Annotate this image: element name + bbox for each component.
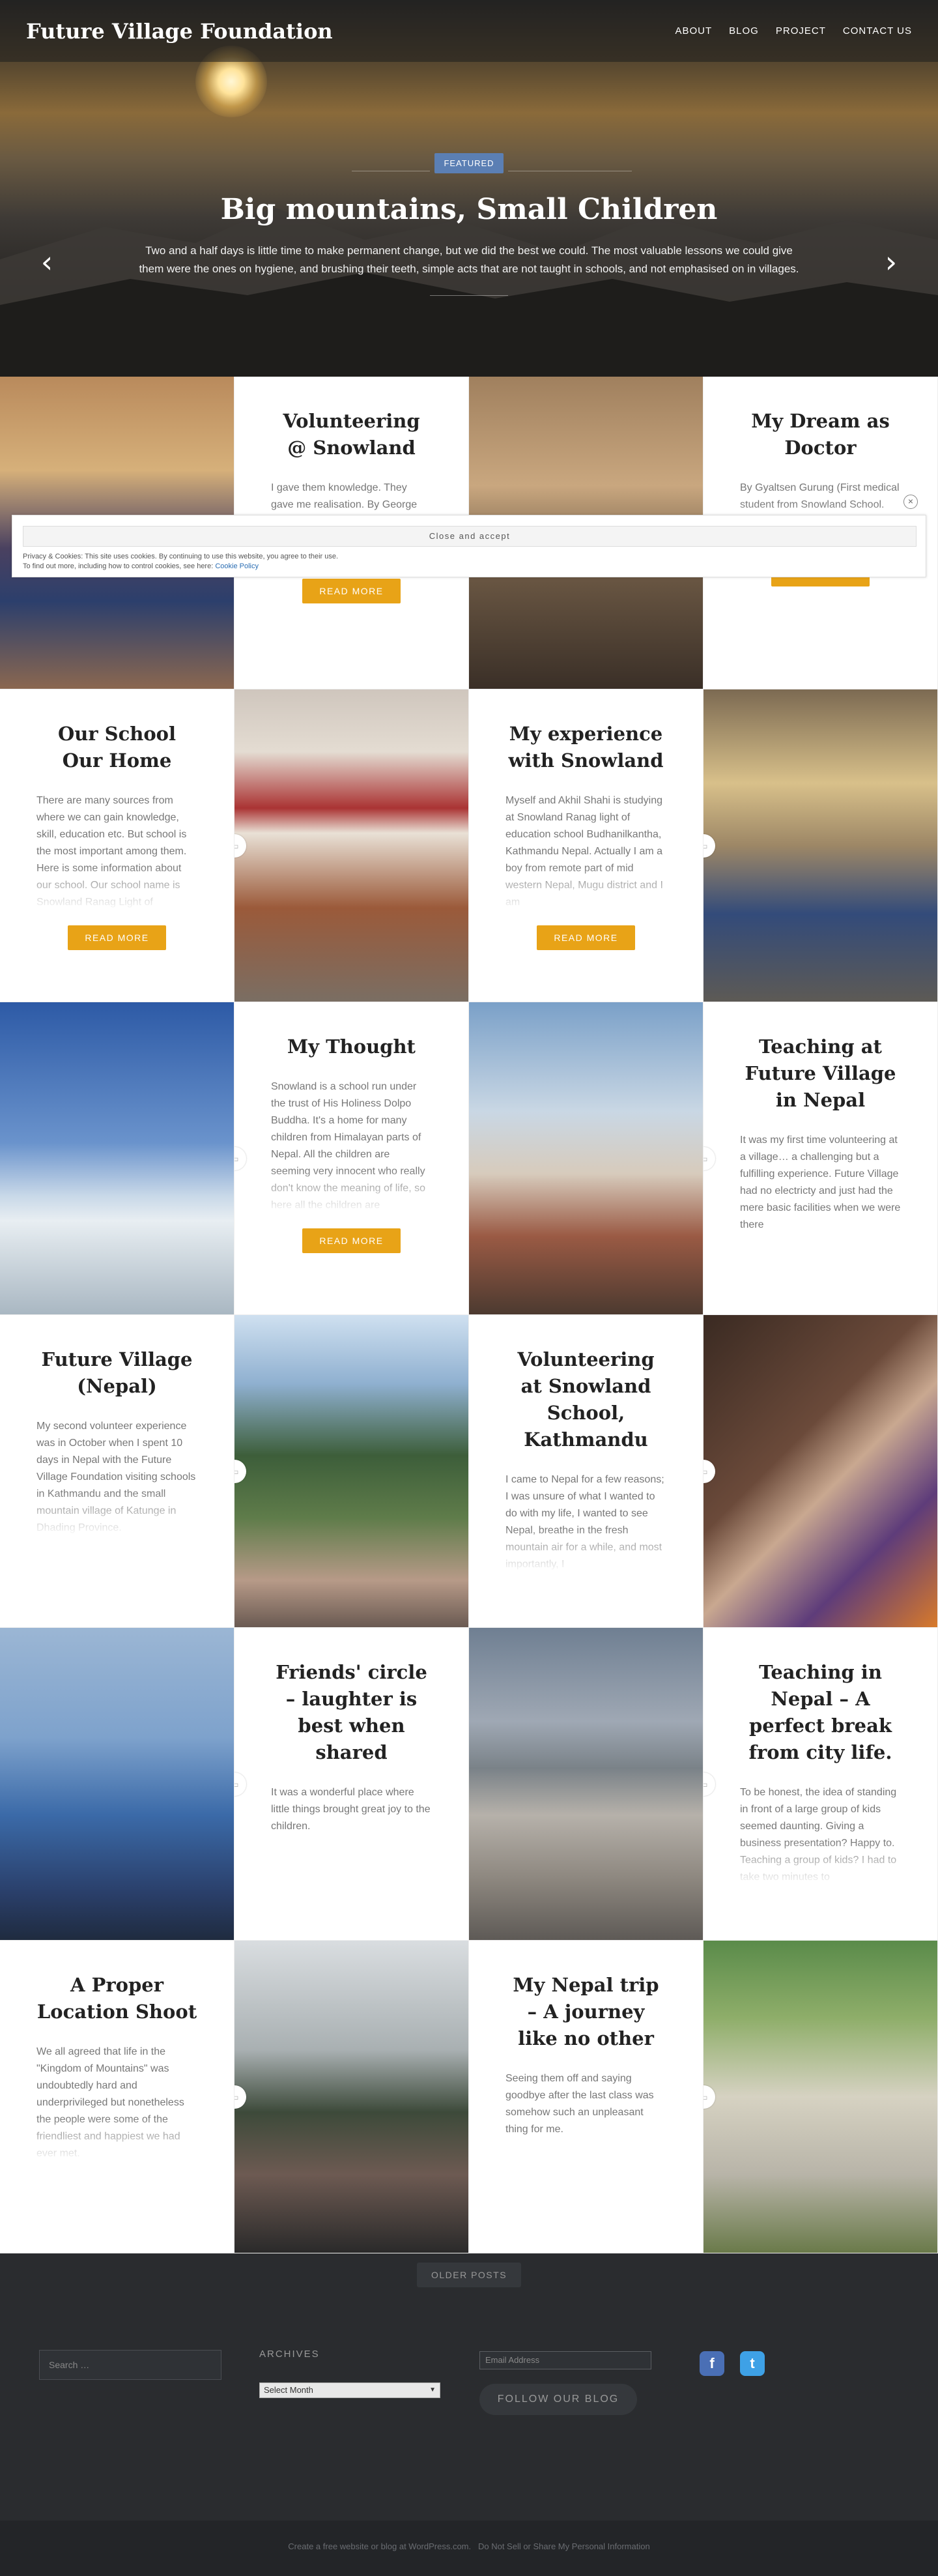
post-excerpt: To be honest, the idea of standing in fr… [740,1784,901,1886]
post-title[interactable]: My Nepal trip – A journey like no other [505,1972,666,2052]
read-more-button[interactable]: READ MORE [68,925,166,950]
featured-badge[interactable]: FEATURED [434,153,504,173]
archives-title: ARCHIVES [259,2349,320,2360]
privacy-link[interactable]: Do Not Sell or Share My Personal Informa… [478,2541,650,2551]
post-title[interactable]: My experience with Snowland [505,721,666,774]
main-nav: ABOUT BLOG PROJECT CONTACT US [675,25,912,36]
post-excerpt: Myself and Akhil Shahi is studying at Sn… [505,792,666,911]
read-more-button[interactable]: READ MORE [302,1228,401,1253]
post-excerpt: We all agreed that life in the "Kingdom … [36,2044,197,2162]
cookie-text: Privacy & Cookies: This site uses cookie… [23,552,913,572]
hero-excerpt: Two and a half days is little time to ma… [139,244,799,275]
close-icon[interactable]: × [903,495,918,509]
comment-bubble-icon[interactable]: ▭ [704,1147,715,1170]
footer-widgets: Search … ARCHIVES Select Month ▼ Email A… [0,2299,938,2521]
post-image[interactable] [469,1628,704,1941]
page: FEATURED Big mountains, Small Children T… [0,0,938,2576]
post-title[interactable]: My Thought [271,1034,432,1060]
posts-grid: Volunteering @ Snowland I gave them know… [0,377,938,2253]
cookie-line-2-text: To find out more, including how to contr… [23,562,216,570]
facebook-icon[interactable]: f [700,2351,724,2376]
post-title[interactable]: A Proper Location Shoot [36,1972,197,2025]
wordpress-credit-link[interactable]: Create a free website or blog at WordPre… [288,2541,471,2551]
post-card: My Nepal trip – A journey like no other … [469,1941,704,2253]
post-title[interactable]: Friends' circle – laughter is best when … [271,1659,432,1766]
archives-select-value: Select Month [264,2385,313,2395]
post-image[interactable]: ▭ [234,1941,469,2253]
older-posts-button[interactable]: OLDER POSTS [416,2263,522,2287]
nav-contact-us[interactable]: CONTACT US [843,25,912,36]
comment-bubble-icon[interactable]: ▭ [234,1147,246,1170]
post-title[interactable]: Volunteering at Snowland School, Kathman… [505,1346,666,1453]
post-excerpt: It was my first time volunteering at a v… [740,1135,901,1230]
post-image[interactable]: ▭ [704,1941,938,2253]
post-excerpt: Snowland is a school run under the trust… [271,1078,432,1214]
post-card: Our School Our Home There are many sourc… [0,689,234,1002]
post-card: My experience with Snowland Myself and A… [469,689,704,1002]
chevron-left-icon[interactable]: ‹ [34,247,60,277]
post-excerpt: There are many sources from where we can… [36,792,197,911]
site-info: Create a free website or blog at WordPre… [0,2521,938,2576]
nav-about[interactable]: ABOUT [675,25,712,36]
nav-project[interactable]: PROJECT [776,25,826,36]
post-image[interactable] [0,1628,234,1941]
follow-blog-button[interactable]: FOLLOW OUR BLOG [479,2384,637,2415]
post-title[interactable]: Our School Our Home [36,721,197,774]
hero-divider [430,295,508,296]
post-card: Future Village (Nepal) My second volunte… [0,1315,234,1628]
post-card: ▭ Friends' circle – laughter is best whe… [234,1628,469,1941]
pagination: OLDER POSTS [0,2253,938,2299]
post-title[interactable]: Teaching in Nepal – A perfect break from… [740,1659,901,1766]
cookie-accept-button[interactable]: Close and accept [23,526,917,547]
chevron-down-icon: ▼ [429,2386,436,2394]
post-excerpt: My second volunteer experience was in Oc… [36,1418,197,1537]
post-image[interactable]: ▭ [704,689,938,1002]
comment-bubble-icon[interactable]: ▭ [234,1773,246,1796]
cookie-banner: × Close and accept Privacy & Cookies: Th… [12,495,926,577]
nav-blog[interactable]: BLOG [729,25,759,36]
read-more-button[interactable]: READ MORE [537,925,635,950]
post-card: Volunteering at Snowland School, Kathman… [469,1315,704,1628]
post-title[interactable]: My Dream as Doctor [740,408,901,461]
post-card: ▭ Teaching at Future Village in Nepal It… [704,1002,938,1315]
post-excerpt: Seeing them off and saying goodbye after… [505,2073,654,2135]
post-card: ▭ My Thought Snowland is a school run un… [234,1002,469,1315]
hero-title[interactable]: Big mountains, Small Children [0,193,938,226]
archives-select[interactable]: Select Month ▼ [259,2382,440,2398]
cookie-line-2: To find out more, including how to contr… [23,562,913,572]
chevron-right-icon[interactable]: › [878,247,904,277]
site-title[interactable]: Future Village Foundation [26,19,333,44]
comment-bubble-icon[interactable]: ▭ [704,1773,715,1796]
post-excerpt: I came to Nepal for a few reasons; I was… [505,1471,666,1573]
post-card: ▭ Teaching in Nepal – A perfect break fr… [704,1628,938,1941]
read-more-button[interactable]: READ MORE [302,579,401,603]
post-card: A Proper Location Shoot We all agreed th… [0,1941,234,2253]
post-image[interactable] [469,1002,704,1315]
search-input[interactable]: Search … [39,2350,221,2380]
post-title[interactable]: Future Village (Nepal) [36,1346,197,1400]
post-image[interactable]: ▭ [234,689,469,1002]
post-image[interactable]: ▭ [704,1315,938,1628]
post-title[interactable]: Volunteering @ Snowland [271,408,432,461]
site-header: Future Village Foundation ABOUT BLOG PRO… [0,0,938,62]
email-field[interactable]: Email Address [479,2351,651,2369]
cookie-line-1: Privacy & Cookies: This site uses cookie… [23,553,339,560]
post-excerpt: It was a wonderful place where little th… [271,1787,431,1832]
post-title[interactable]: Teaching at Future Village in Nepal [740,1034,901,1114]
post-image[interactable]: ▭ [234,1315,469,1628]
cookie-policy-link[interactable]: Cookie Policy [215,562,259,570]
hero-content: FEATURED Big mountains, Small Children T… [0,153,938,296]
twitter-icon[interactable]: t [740,2351,765,2376]
post-image[interactable] [0,1002,234,1315]
